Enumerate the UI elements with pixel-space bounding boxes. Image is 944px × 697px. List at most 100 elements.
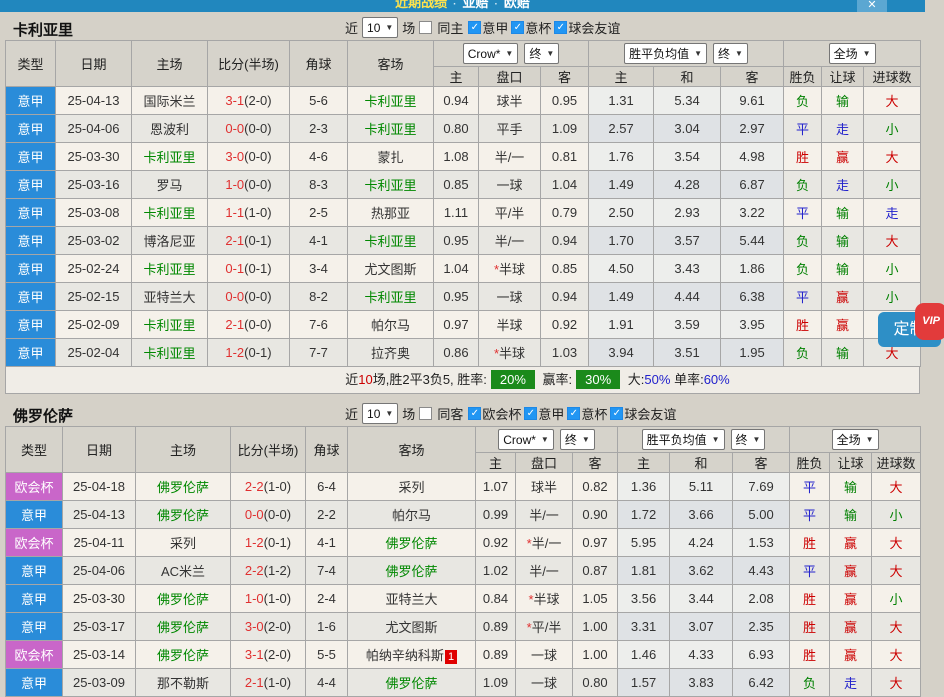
handicap-result: 赢 xyxy=(830,641,872,669)
match-date: 25-03-02 xyxy=(56,227,132,255)
final-odds-select[interactable]: 终▼ xyxy=(524,43,559,64)
chevron-down-icon: ▼ xyxy=(546,49,554,58)
euro-home-odds: 1.57 xyxy=(618,669,670,697)
handicap-result: 输 xyxy=(822,255,864,283)
asia-away-odds: 0.87 xyxy=(573,557,618,585)
corner-count: 4-4 xyxy=(306,669,348,697)
home-team: 卡利亚里 xyxy=(132,143,208,171)
league-label: 意杯 xyxy=(525,18,551,37)
halftime-score: (1-2) xyxy=(264,563,291,578)
chevron-down-icon: ▼ xyxy=(385,409,393,418)
euro-away-odds: 1.86 xyxy=(721,255,784,283)
tab-asian-odds[interactable]: 亚赔 xyxy=(462,0,488,10)
away-team: 蒙扎 xyxy=(348,143,434,171)
tab-recent-results[interactable]: 近期战绩 xyxy=(395,0,447,10)
away-team: 佛罗伦萨 xyxy=(348,529,476,557)
final-odds-select[interactable]: 终▼ xyxy=(713,43,748,64)
euro-away-odds: 2.97 xyxy=(721,115,784,143)
chevron-down-icon: ▼ xyxy=(863,49,871,58)
customize-vip-button[interactable]: 定制 VIP xyxy=(878,312,941,347)
table-row: 欧会杯25-04-11采列1-2(0-1)4-1佛罗伦萨0.92*半/一0.97… xyxy=(6,529,921,557)
fulltime-score: 2-1 xyxy=(225,233,244,248)
euro-odds-group: 胜平负均值▼ 终▼ xyxy=(589,41,784,67)
euro-away-odds: 5.00 xyxy=(733,501,790,529)
sub-handicap: 盘口 xyxy=(479,67,541,87)
handicap-text: 半/一 xyxy=(529,508,559,523)
table-row: 意甲25-03-09那不勒斯2-1(1-0)4-4佛罗伦萨1.09一球0.801… xyxy=(6,669,921,697)
fulltime-score: 2-2 xyxy=(245,563,264,578)
summary-text: 50% xyxy=(644,372,670,387)
chevron-down-icon: ▼ xyxy=(582,435,590,444)
match-result: 平 xyxy=(784,199,822,227)
scope-select[interactable]: 全场▼ xyxy=(832,429,879,450)
asia-home-odds: 0.86 xyxy=(434,339,479,367)
league-checkbox[interactable]: ✓ xyxy=(468,21,481,34)
euro-away-odds: 7.69 xyxy=(733,473,790,501)
final-odds-select[interactable]: 终▼ xyxy=(560,429,595,450)
home-team: 采列 xyxy=(136,529,231,557)
chevron-down-icon: ▼ xyxy=(753,435,761,444)
filter-bar: 近 10▼ 场 同客 ✓欧会杯✓意甲✓意杯✓球会友谊 xyxy=(345,403,677,424)
table-row: 意甲25-03-30佛罗伦萨1-0(1-0)2-4亚特兰大0.84*半球1.05… xyxy=(6,585,921,613)
chevron-down-icon: ▼ xyxy=(505,49,513,58)
games-count-select[interactable]: 10▼ xyxy=(362,17,398,38)
sub-asia-home: 主 xyxy=(476,453,516,473)
euro-draw-odds: 3.66 xyxy=(670,501,733,529)
stats-panel: 卡利亚里 近 10▼ 场 同主 ✓意甲✓意杯✓球会友谊 类型 日期 主场 比分(… xyxy=(5,16,920,697)
asia-home-odds: 1.09 xyxy=(476,669,516,697)
handicap-line: 一球 xyxy=(479,283,541,311)
same-venue-checkbox[interactable] xyxy=(419,407,432,420)
away-team: 卡利亚里 xyxy=(348,227,434,255)
goals-result: 小 xyxy=(864,255,921,283)
league-checkbox[interactable]: ✓ xyxy=(610,407,623,420)
asia-odds-group: Crow*▼ 终▼ xyxy=(434,41,589,67)
halftime-score: (0-0) xyxy=(244,121,271,136)
close-icon[interactable]: ✕ xyxy=(857,0,887,12)
match-type-badge: 意甲 xyxy=(6,255,56,283)
euro-draw-odds: 2.93 xyxy=(654,199,721,227)
halftime-score: (0-0) xyxy=(264,507,291,522)
score-cell: 1-1(1-0) xyxy=(208,199,290,227)
match-type-badge: 意甲 xyxy=(6,171,56,199)
bookmaker-select[interactable]: Crow*▼ xyxy=(498,429,554,450)
match-date: 25-03-09 xyxy=(63,669,136,697)
league-checkbox[interactable]: ✓ xyxy=(524,407,537,420)
league-checkbox[interactable]: ✓ xyxy=(567,407,580,420)
home-team: 佛罗伦萨 xyxy=(136,585,231,613)
filter-bar: 近 10▼ 场 同主 ✓意甲✓意杯✓球会友谊 xyxy=(345,17,621,38)
asia-away-odds: 1.03 xyxy=(541,339,589,367)
handicap-text: 球半 xyxy=(496,94,522,109)
avg-odds-select[interactable]: 胜平负均值▼ xyxy=(642,429,725,450)
goals-result: 小 xyxy=(872,501,921,529)
euro-draw-odds: 3.51 xyxy=(654,339,721,367)
scope-select[interactable]: 全场▼ xyxy=(829,43,876,64)
league-checkbox[interactable]: ✓ xyxy=(511,21,524,34)
asia-home-odds: 0.94 xyxy=(434,87,479,115)
league-checkbox[interactable]: ✓ xyxy=(468,407,481,420)
match-type-badge: 欧会杯 xyxy=(6,473,63,501)
tab-euro-odds[interactable]: 欧赔 xyxy=(504,0,530,10)
sub-eu-draw: 和 xyxy=(670,453,733,473)
fulltime-score: 3-0 xyxy=(245,619,264,634)
corner-count: 7-4 xyxy=(306,557,348,585)
games-count-select[interactable]: 10▼ xyxy=(362,403,398,424)
handicap-result: 赢 xyxy=(830,557,872,585)
halftime-score: (0-1) xyxy=(244,233,271,248)
same-venue-checkbox[interactable] xyxy=(419,21,432,34)
result-group: 全场▼ xyxy=(784,41,921,67)
match-result: 胜 xyxy=(784,143,822,171)
section-header-fiorentina: 佛罗伦萨 近 10▼ 场 同客 ✓欧会杯✓意甲✓意杯✓球会友谊 xyxy=(5,402,920,426)
score-cell: 0-1(0-1) xyxy=(208,255,290,283)
league-checkbox[interactable]: ✓ xyxy=(554,21,567,34)
avg-odds-select[interactable]: 胜平负均值▼ xyxy=(624,43,707,64)
vip-badge: VIP xyxy=(915,303,944,340)
euro-draw-odds: 4.33 xyxy=(670,641,733,669)
match-type-badge: 意甲 xyxy=(6,227,56,255)
summary-text: 单率: xyxy=(670,372,703,387)
euro-away-odds: 6.87 xyxy=(721,171,784,199)
handicap-line: 半/一 xyxy=(516,557,573,585)
asia-away-odds: 1.00 xyxy=(573,641,618,669)
euro-away-odds: 6.38 xyxy=(721,283,784,311)
bookmaker-select[interactable]: Crow*▼ xyxy=(463,43,519,64)
final-odds-select[interactable]: 终▼ xyxy=(731,429,766,450)
